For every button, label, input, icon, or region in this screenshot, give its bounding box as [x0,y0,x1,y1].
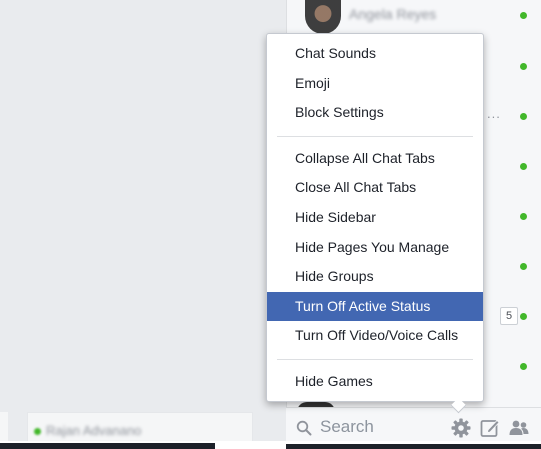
taskbar-edge [0,443,215,449]
menu-item-hide-groups[interactable]: Hide Groups [267,262,483,292]
menu-item-hide-games[interactable]: Hide Games [267,367,483,397]
chat-options-menu: Chat Sounds Emoji Block Settings Collaps… [266,33,484,414]
count-badge: 5 [500,307,518,325]
online-indicator [520,363,527,370]
compose-icon[interactable] [479,417,501,439]
sidebar-search-bar [286,407,541,445]
menu-item-emoji[interactable]: Emoji [267,69,483,99]
menu-item-hide-pages[interactable]: Hide Pages You Manage [267,233,483,263]
chat-tab-edge[interactable] [0,412,8,444]
menu-item-turn-off-active-status[interactable]: Turn Off Active Status [267,291,483,322]
menu-item-hide-sidebar[interactable]: Hide Sidebar [267,203,483,233]
people-icon[interactable] [508,417,530,439]
contact-item[interactable]: Angela Reyes [297,0,532,34]
contact-name: Angela Reyes [349,6,437,22]
menu-item-chat-sounds[interactable]: Chat Sounds [267,39,483,69]
online-indicator [520,113,527,120]
gear-icon[interactable] [450,417,472,439]
chat-tab-name: Rajan Advanano [46,423,142,438]
more-ellipsis: ... [487,106,501,121]
taskbar-edge [286,444,541,449]
search-icon [296,420,312,436]
online-indicator [34,428,41,435]
online-indicator [520,313,527,320]
page: Rajan Advanano Angela Reyes ... 5 Search… [0,0,541,449]
online-indicator [520,12,527,19]
menu-divider [277,358,473,360]
online-indicator [520,263,527,270]
menu-divider [277,135,473,137]
search-input[interactable] [318,414,442,440]
menu-item-block-settings[interactable]: Block Settings [267,98,483,128]
online-indicator [520,213,527,220]
online-indicator [520,163,527,170]
menu-item-close-all-chat-tabs[interactable]: Close All Chat Tabs [267,173,483,203]
menu-item-collapse-all-chat-tabs[interactable]: Collapse All Chat Tabs [267,144,483,174]
avatar [305,0,341,34]
online-indicator [520,63,527,70]
menu-item-turn-off-video-voice-calls[interactable]: Turn Off Video/Voice Calls [267,321,483,351]
